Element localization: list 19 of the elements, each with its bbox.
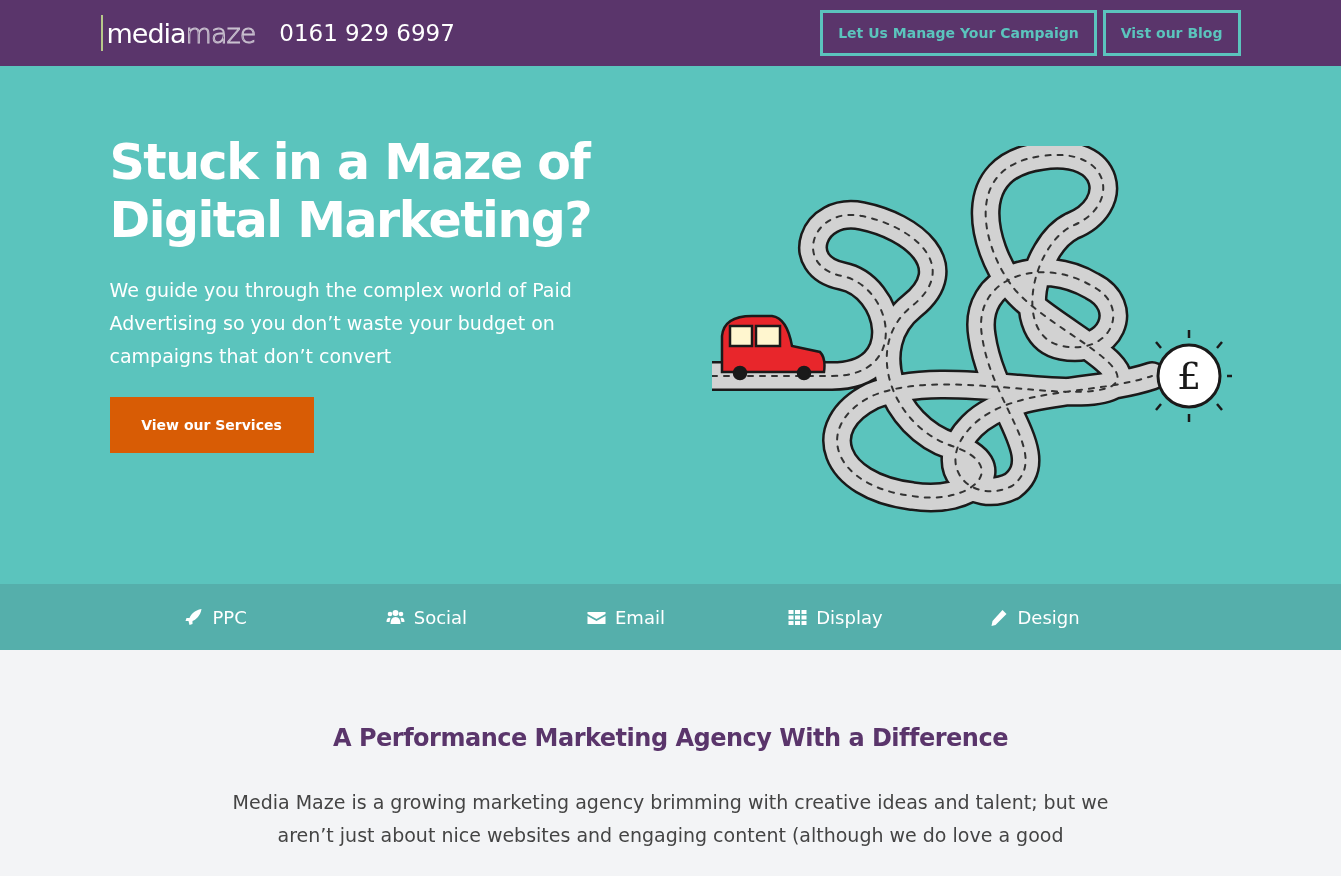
service-link[interactable]: Email <box>587 606 782 628</box>
intro-paragraph: Media Maze is a growing marketing agency brimming with creative ideas and talent; but we aren’t just about nice websites and engaging content (although we do love a good <box>231 790 1110 848</box>
service-link[interactable]: Display <box>788 606 984 628</box>
section-heading: A Performance Marketing Agency With a Difference <box>332 724 1009 752</box>
rocket-icon <box>184 608 204 626</box>
car-icon <box>720 314 826 381</box>
hero-text: We guide you through the complex world of Paid Advertising so you don’t waste your budget on campaigns that don’t convert <box>109 277 573 369</box>
manage-campaign-button[interactable]: Let Us Manage Your Campaign <box>820 10 1097 56</box>
view-services-button[interactable]: View our Services <box>109 396 314 453</box>
grid-icon <box>788 608 808 626</box>
hero-title: Stuck in a Maze of Digital Marketing? <box>109 134 593 250</box>
pencil-icon <box>989 608 1009 626</box>
service-link[interactable]: Design <box>989 606 1185 628</box>
users-icon <box>385 608 405 626</box>
phone-number: 0161 929 6997 <box>279 20 455 46</box>
blog-button[interactable]: Vist our Blog <box>1102 10 1241 56</box>
media-maze-logo[interactable]: mediamaze <box>100 15 256 51</box>
service-link[interactable]: Social <box>385 606 581 628</box>
service-link[interactable]: PPC <box>184 606 380 628</box>
